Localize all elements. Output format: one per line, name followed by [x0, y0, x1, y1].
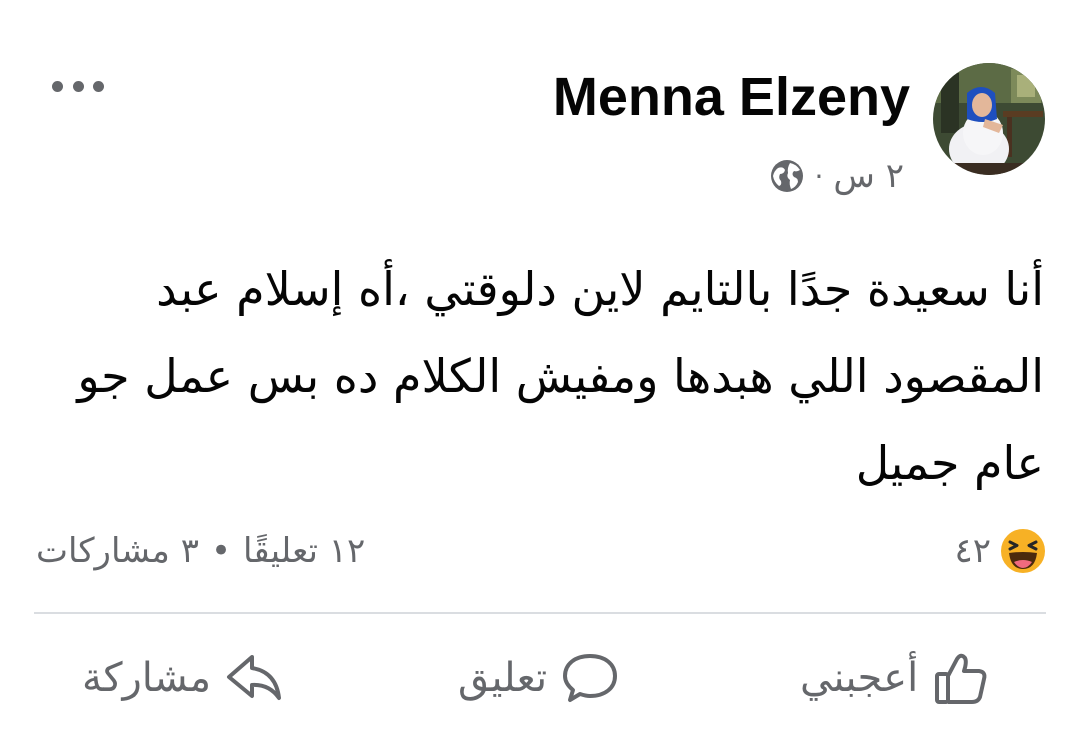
meta-separator: ·	[814, 159, 824, 193]
author-name[interactable]: Menna Elzeny	[553, 64, 910, 130]
share-label: مشاركة	[82, 655, 212, 701]
avatar[interactable]	[933, 63, 1045, 175]
share-arrow-icon	[227, 655, 282, 700]
comment-count[interactable]: ١٢ تعليقًا	[243, 531, 365, 571]
divider	[34, 612, 1046, 614]
like-label: أعجبني	[800, 655, 919, 701]
post-timestamp[interactable]: ٢ س	[833, 156, 904, 196]
comment-label: تعليق	[458, 655, 548, 701]
avatar-photo	[933, 63, 1045, 175]
haha-icon	[999, 527, 1047, 575]
comment-button[interactable]: تعليق	[458, 640, 619, 716]
reactions-summary[interactable]: ٤٢	[954, 527, 1047, 575]
stats-bullet: •	[210, 531, 232, 571]
more-options-button[interactable]	[52, 72, 104, 100]
like-button[interactable]: أعجبني	[800, 640, 990, 716]
reaction-count: ٤٢	[954, 531, 991, 571]
share-button[interactable]: مشاركة	[82, 640, 283, 716]
engagement-stats: ١٢ تعليقًا • ٣ مشاركات	[36, 526, 365, 576]
more-dot-icon	[93, 80, 104, 92]
more-dot-icon	[52, 80, 63, 92]
post-text: أنا سعيدة جدًا بالتايم لاين دلوقتي ،أه إ…	[77, 262, 1044, 490]
globe-icon[interactable]	[769, 158, 805, 194]
more-dot-icon	[72, 80, 84, 92]
thumbs-up-icon	[935, 653, 987, 704]
speech-bubble-icon	[563, 654, 618, 702]
action-bar: أعجبني تعليق مشاركة	[0, 640, 1080, 716]
share-count[interactable]: ٣ مشاركات	[36, 531, 199, 571]
post-meta: · ٢ س	[769, 154, 904, 198]
